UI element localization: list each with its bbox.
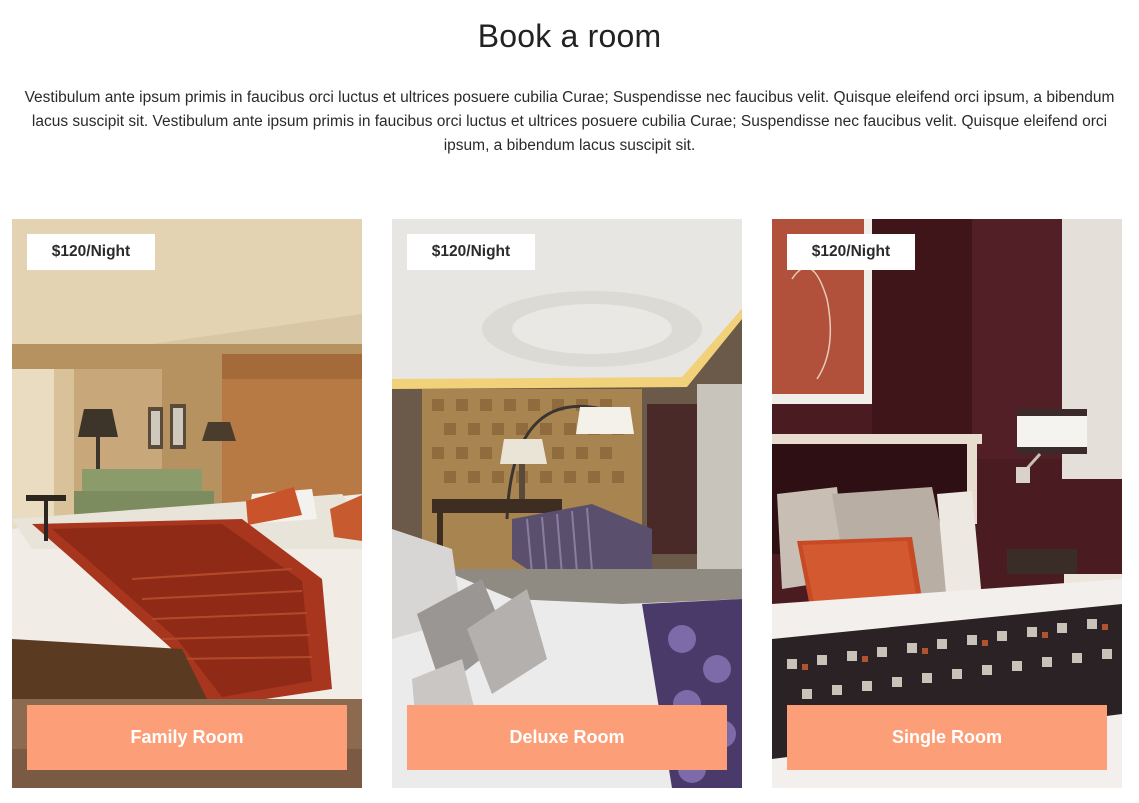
price-tag: $120/Night [407, 234, 535, 270]
family-room-button[interactable]: Family Room [27, 705, 347, 770]
room-card-family[interactable]: $120/Night Family Room [12, 219, 362, 788]
room-card-deluxe[interactable]: $120/Night Deluxe Room [392, 219, 742, 788]
price-tag: $120/Night [787, 234, 915, 270]
price-tag: $120/Night [27, 234, 155, 270]
page-title: Book a room [477, 18, 662, 54]
single-room-button[interactable]: Single Room [787, 705, 1107, 770]
room-image [12, 219, 362, 788]
room-image [392, 219, 742, 788]
room-image [772, 219, 1122, 788]
room-card-single[interactable]: $120/Night Single Room [772, 219, 1122, 788]
section-description: Vestibulum ante ipsum primis in faucibus… [24, 89, 1115, 154]
deluxe-room-button[interactable]: Deluxe Room [407, 705, 727, 770]
